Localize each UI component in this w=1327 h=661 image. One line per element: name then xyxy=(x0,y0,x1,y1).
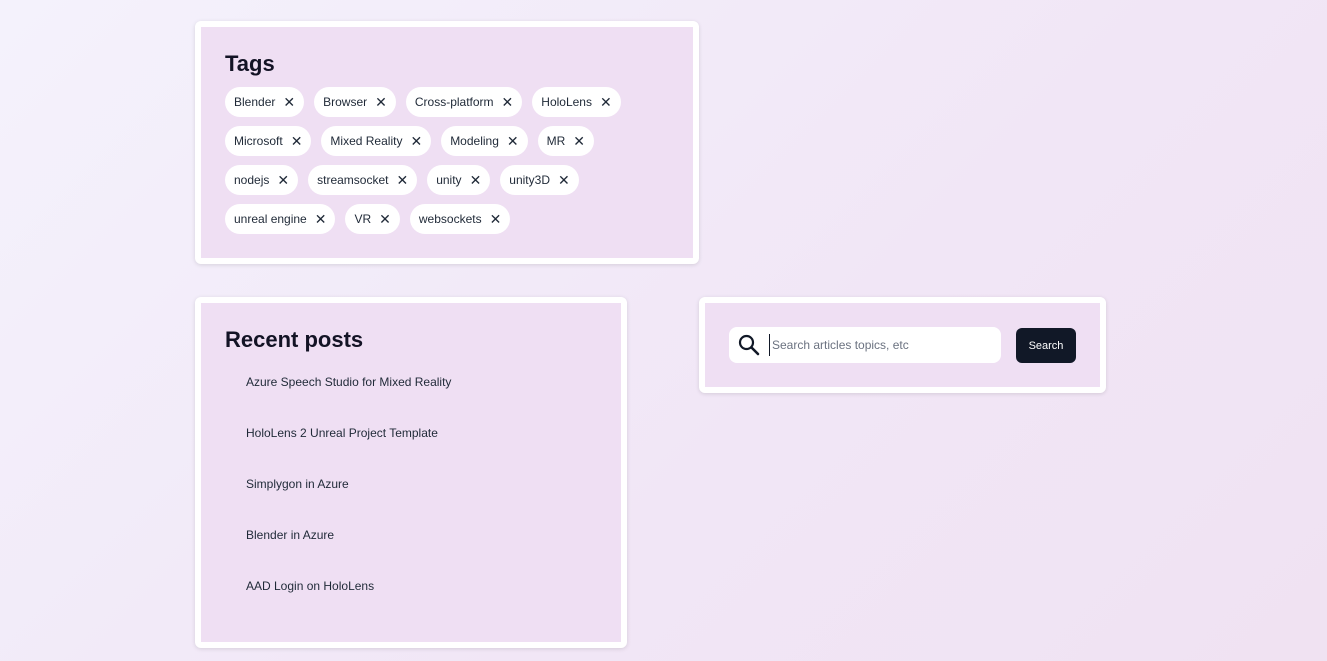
tag-chip[interactable]: HoloLens ✕ xyxy=(532,87,621,117)
tag-chip[interactable]: websockets ✕ xyxy=(409,204,511,234)
tag-label: unity xyxy=(436,173,462,187)
tag-chip[interactable]: unity ✕ xyxy=(427,165,491,195)
remove-tag-icon[interactable]: ✕ xyxy=(283,95,295,109)
tag-label: streamsocket xyxy=(317,173,389,187)
search-button[interactable]: Search xyxy=(1016,328,1076,363)
tag-label: VR xyxy=(354,212,372,226)
tag-chip[interactable]: Mixed Reality ✕ xyxy=(321,126,432,156)
tag-label: Blender xyxy=(234,95,276,109)
tag-label: Browser xyxy=(323,95,368,109)
recent-post-link[interactable]: Blender in Azure xyxy=(246,528,334,542)
tag-list: Blender ✕ Browser ✕ Cross-platform ✕ HoloLens ✕… xyxy=(225,87,675,234)
tag-label: unreal engine xyxy=(234,212,307,226)
remove-tag-icon[interactable]: ✕ xyxy=(375,95,387,109)
tag-chip[interactable]: unity3D ✕ xyxy=(500,165,579,195)
recent-post-item: AAD Login on HoloLens xyxy=(246,579,597,630)
recent-post-link[interactable]: AAD Login on HoloLens xyxy=(246,579,374,593)
tag-chip[interactable]: Browser ✕ xyxy=(314,87,396,117)
remove-tag-icon[interactable]: ✕ xyxy=(502,95,514,109)
tag-label: Cross-platform xyxy=(414,95,494,109)
tag-label: nodejs xyxy=(234,173,270,187)
remove-tag-icon[interactable]: ✕ xyxy=(470,173,482,187)
recent-post-item: HoloLens 2 Unreal Project Template xyxy=(246,426,597,477)
remove-tag-icon[interactable]: ✕ xyxy=(600,95,612,109)
recent-post-link[interactable]: HoloLens 2 Unreal Project Template xyxy=(246,426,438,440)
recent-posts-heading: Recent posts xyxy=(225,327,364,352)
remove-tag-icon[interactable]: ✕ xyxy=(573,134,585,148)
tag-label: HoloLens xyxy=(541,95,592,109)
search-input[interactable] xyxy=(769,334,991,356)
remove-tag-icon[interactable]: ✕ xyxy=(396,173,408,187)
search-box[interactable] xyxy=(729,327,1001,363)
tag-chip[interactable]: MR ✕ xyxy=(537,126,595,156)
tag-label: unity3D xyxy=(509,173,550,187)
tag-chip[interactable]: Modeling ✕ xyxy=(441,126,528,156)
remove-tag-icon[interactable]: ✕ xyxy=(277,173,289,187)
tags-heading: Tags xyxy=(225,51,275,76)
tag-chip[interactable]: streamsocket ✕ xyxy=(308,165,418,195)
remove-tag-icon[interactable]: ✕ xyxy=(558,173,570,187)
tag-label: MR xyxy=(546,134,566,148)
tag-chip[interactable]: VR ✕ xyxy=(345,204,400,234)
remove-tag-icon[interactable]: ✕ xyxy=(315,212,327,226)
recent-post-item: Simplygon in Azure xyxy=(246,477,597,528)
remove-tag-icon[interactable]: ✕ xyxy=(291,134,303,148)
remove-tag-icon[interactable]: ✕ xyxy=(379,212,391,226)
recent-post-item: Blender in Azure xyxy=(246,528,597,579)
recent-post-item: Azure Speech Studio for Mixed Reality xyxy=(246,375,597,426)
tag-label: Microsoft xyxy=(234,134,283,148)
tag-chip[interactable]: Blender ✕ xyxy=(225,87,305,117)
remove-tag-icon[interactable]: ✕ xyxy=(507,134,519,148)
remove-tag-icon[interactable]: ✕ xyxy=(490,212,502,226)
recent-posts-card: Recent posts Azure Speech Studio for Mix… xyxy=(195,297,627,648)
search-card: Search xyxy=(699,297,1106,393)
tag-label: Mixed Reality xyxy=(330,134,403,148)
tag-chip[interactable]: Microsoft ✕ xyxy=(225,126,312,156)
recent-posts-list: Azure Speech Studio for Mixed Reality Hol… xyxy=(225,375,597,630)
tag-chip[interactable]: Cross-platform ✕ xyxy=(405,87,523,117)
tags-card: Tags Blender ✕ Browser ✕ Cross-platform ✕ Holo… xyxy=(195,21,699,264)
recent-post-link[interactable]: Simplygon in Azure xyxy=(246,477,349,491)
tag-label: websockets xyxy=(418,212,482,226)
tag-chip[interactable]: unreal engine ✕ xyxy=(225,204,336,234)
remove-tag-icon[interactable]: ✕ xyxy=(410,134,422,148)
recent-post-link[interactable]: Azure Speech Studio for Mixed Reality xyxy=(246,375,451,389)
tag-chip[interactable]: nodejs ✕ xyxy=(225,165,299,195)
tag-label: Modeling xyxy=(450,134,499,148)
